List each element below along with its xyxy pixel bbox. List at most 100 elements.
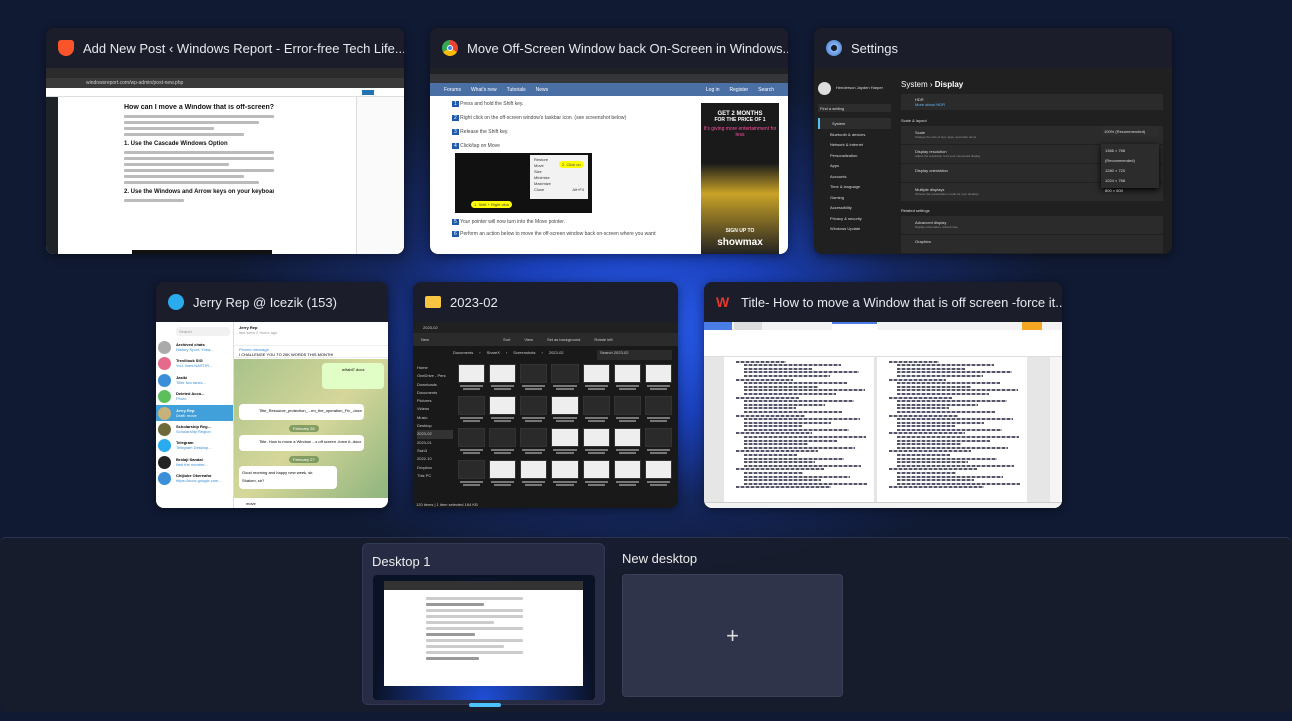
settings-nav-item[interactable]: Privacy & security [818,213,891,224]
settings-nav-item[interactable]: Accessibility [818,202,891,213]
chat-list-item[interactable]: Trevlliook SIG You: lines NASTIR... [156,355,233,371]
file-thumbnail[interactable] [520,428,548,454]
nav-tutorials[interactable]: Tutorials [507,87,526,93]
explorer-nav-item[interactable]: OneDrive - Pers [417,372,453,380]
telegram-icon [168,294,184,310]
resolution-option[interactable]: 800 × 600 [1105,186,1155,196]
explorer-nav-item[interactable]: Dropbox [417,464,453,472]
settings-nav-item[interactable]: Accounts [818,171,891,182]
file-thumbnail[interactable] [644,428,672,454]
file-thumbnail[interactable] [458,460,486,486]
window-card-settings[interactable]: Settings Henderson Jayden Harper Find a … [814,28,1172,254]
chat-list-item[interactable]: Telegram Telegram Desktop... [156,437,233,453]
file-thumbnail[interactable] [489,460,517,486]
step-text: Release the Shift key. [460,129,509,135]
file-thumbnail[interactable] [582,460,610,486]
chat-list-item[interactable]: Brólaji Sandal limit the number... [156,454,233,470]
file-thumbnail[interactable] [551,460,579,486]
window-card-brave[interactable]: Add New Post ‹ Windows Report - Error-fr… [46,28,404,254]
explorer-nav-item[interactable]: Music [417,414,453,422]
settings-nav-item[interactable]: Time & language [818,181,891,192]
desktop-label: Desktop 1 [372,554,431,569]
file-thumbnail[interactable] [644,364,672,390]
settings-nav-item[interactable]: Personalization [818,150,891,161]
chat-list-item[interactable]: Jerry Rep Draft: move [156,404,233,421]
window-card-wps[interactable]: W Title- How to move a Window that is off… [704,282,1062,508]
file-thumbnail[interactable] [582,428,610,454]
file-thumbnail[interactable] [520,396,548,422]
file-thumbnail[interactable] [644,460,672,486]
resolution-dropdown[interactable]: 1366 × 768 (Recommended) 1280 × 720 1024 ×… [1101,144,1159,193]
window-card-telegram[interactable]: Jerry Rep @ Icezik (153) Search Archived… [156,282,388,508]
explorer-nav-item[interactable]: 2023-01 [417,439,453,447]
file-thumbnail[interactable] [613,396,641,422]
settings-nav-item[interactable]: Network & internet [818,139,891,150]
file-thumbnail[interactable] [458,364,486,390]
resolution-option[interactable]: 1024 × 768 [1105,176,1155,186]
resolution-option[interactable]: 1280 × 720 [1105,166,1155,176]
section-heading: 2. Use the Windows and Arrow keys on you… [124,189,274,195]
window-title: Move Off-Screen Window back On-Screen in… [467,40,788,56]
settings-nav-item[interactable]: System [818,118,891,129]
explorer-nav-item[interactable]: Pictures [417,397,453,405]
nav-whats-new[interactable]: What's new [471,87,497,93]
nav-news[interactable]: News [536,87,549,93]
file-thumbnail[interactable] [644,396,672,422]
settings-nav-item[interactable]: Bluetooth & devices [818,129,891,140]
settings-nav-item[interactable]: Windows Update [818,223,891,234]
chat-list-item[interactable]: Archived chats History Sport, Yoba... [156,339,233,355]
file-thumbnail[interactable] [458,428,486,454]
window-card-chrome[interactable]: Move Off-Screen Window back On-Screen in… [430,28,788,254]
file-thumbnail[interactable] [613,364,641,390]
explorer-nav-item[interactable]: Desktop [417,422,453,430]
desktop-1[interactable]: Desktop 1 [362,543,605,707]
explorer-nav-item[interactable]: Home [417,364,453,372]
explorer-nav-item[interactable]: This PC [417,472,453,480]
settings-search[interactable]: Find a setting [818,104,891,112]
file-thumbnail[interactable] [582,396,610,422]
resolution-option[interactable]: 1366 × 768 (Recommended) [1105,146,1155,166]
nav-login[interactable]: Log in [706,87,720,93]
settings-row[interactable]: Graphics [901,235,1163,253]
file-thumbnail[interactable] [520,364,548,390]
url-bar: windowsreport.com/wp-admin/post-new.php [86,80,184,86]
folder-icon [425,296,441,308]
active-desktop-indicator [469,703,501,707]
file-thumbnail[interactable] [551,364,579,390]
settings-nav-item[interactable]: Apps [818,160,891,171]
file-thumbnail[interactable] [582,364,610,390]
scale-dropdown[interactable]: 100% (Recommended) [1101,126,1159,136]
new-desktop-button[interactable]: New desktop + [622,543,844,703]
file-thumbnail[interactable] [520,460,548,486]
explorer-nav-item[interactable]: 2023-02 [417,430,453,439]
nav-register[interactable]: Register [730,87,749,93]
settings-nav-item[interactable]: Gaming [818,192,891,203]
explorer-nav-item[interactable]: Downloads [417,381,453,389]
file-thumbnail[interactable] [613,428,641,454]
explorer-nav-item[interactable]: Ssin3 [417,447,453,455]
chat-list-item[interactable]: Deleted Acco... Photo [156,388,233,404]
window-card-explorer[interactable]: 2023-02 2023-02 New Sort View Set as backgr… [413,282,678,508]
chat-search[interactable]: Search [176,327,230,336]
message-input[interactable]: move [234,498,388,508]
chat-list-item[interactable]: Jasiki Tiller two tanks... [156,372,233,388]
file-thumbnail[interactable] [489,364,517,390]
file-thumbnail[interactable] [458,396,486,422]
nav-forums[interactable]: Forums [444,87,461,93]
file-thumbnail[interactable] [613,460,641,486]
file-thumbnail[interactable] [551,396,579,422]
section-heading: 1. Use the Cascade Windows Option [124,141,228,147]
explorer-nav-item[interactable]: Videos [417,405,453,413]
chat-list-item[interactable]: Chijioke Okereafor https://docs.google.co… [156,470,233,486]
chat-list-item[interactable]: Scholarship Reg... Scholarship Region [156,421,233,437]
explorer-nav-item[interactable]: Documents [417,389,453,397]
advertisement[interactable]: GET 2 MONTHS FOR THE PRICE OF 1 It's givi… [701,103,779,254]
file-thumbnail[interactable] [489,428,517,454]
file-thumbnail[interactable] [551,428,579,454]
nav-search[interactable]: Search [758,87,774,93]
settings-gear-icon [826,40,842,56]
explorer-nav-item[interactable]: 2022-10 [417,455,453,463]
settings-row[interactable]: Advanced display Display information, ref… [901,216,1163,234]
desktop-preview [373,575,595,700]
file-thumbnail[interactable] [489,396,517,422]
